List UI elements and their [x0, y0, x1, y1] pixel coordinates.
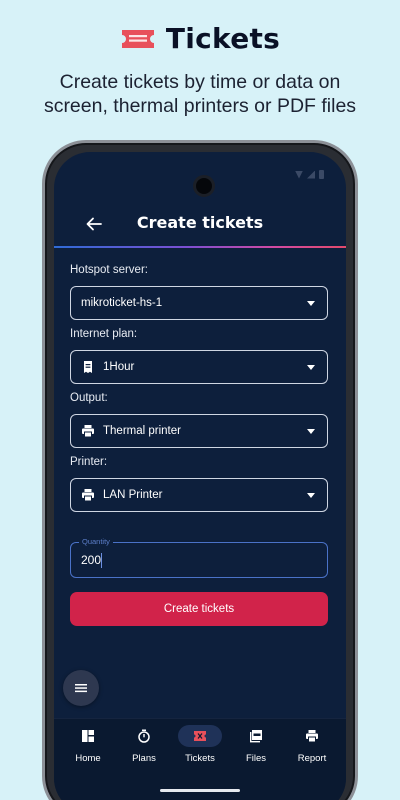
nav-label: Files [245, 753, 267, 764]
dropdown-caret-icon [307, 300, 315, 306]
timer-icon [138, 729, 150, 743]
promo-title: Tickets [165, 22, 281, 55]
printer-label: Printer: [70, 456, 108, 468]
promo-subtitle: Create tickets by time or data on screen… [0, 70, 400, 118]
nav-home[interactable]: Home [62, 723, 114, 771]
nav-label: Tickets [185, 753, 215, 764]
app-screen: Create tickets Hotspot server: mikrotick… [54, 152, 346, 800]
status-icons [295, 170, 324, 179]
app-bar: Create tickets [54, 202, 346, 246]
nav-label: Home [75, 753, 101, 764]
phone-frame: Create tickets Hotspot server: mikrotick… [42, 140, 358, 800]
receipt-icon [84, 361, 92, 373]
quantity-label: Quantity [79, 537, 113, 546]
text-cursor [101, 553, 102, 568]
menu-fab[interactable] [63, 670, 99, 706]
nav-tickets[interactable]: Tickets [174, 723, 226, 771]
dropdown-caret-icon [307, 364, 315, 370]
dashboard-icon [82, 730, 94, 742]
ticket-icon [121, 29, 154, 48]
plan-select[interactable]: 1Hour [70, 350, 328, 384]
nav-plans[interactable]: Plans [118, 723, 170, 771]
signal-icon [307, 170, 315, 179]
report-icon [306, 730, 318, 743]
promo-subtitle-line: Create tickets by time or data on [59, 71, 341, 93]
nav-report[interactable]: Report [286, 723, 338, 771]
pdf-file-icon [250, 730, 262, 743]
printer-icon [82, 425, 94, 438]
output-label: Output: [70, 392, 108, 404]
printer-value: LAN Printer [103, 489, 163, 501]
home-indicator[interactable] [160, 789, 240, 792]
printer-icon [82, 489, 94, 502]
battery-icon [319, 170, 324, 179]
printer-select[interactable]: LAN Printer [70, 478, 328, 512]
page-title: Create tickets [136, 213, 264, 232]
promo-subtitle-line: screen, thermal printers or PDF files [43, 95, 357, 117]
hotspot-value: mikroticket-hs-1 [81, 297, 163, 309]
output-value: Thermal printer [103, 425, 181, 437]
output-select[interactable]: Thermal printer [70, 414, 328, 448]
camera-icon [193, 175, 215, 197]
nav-files[interactable]: Files [230, 723, 282, 771]
menu-icon [75, 684, 87, 693]
nav-label: Plans [132, 753, 156, 764]
wifi-icon [295, 170, 303, 179]
bottom-navigation: Home Plans Tickets Files Report [54, 718, 346, 800]
dropdown-caret-icon [307, 428, 315, 434]
app-bar-divider [54, 246, 346, 248]
plan-label: Internet plan: [70, 328, 138, 340]
status-bar [54, 152, 346, 197]
promo-header: Tickets [0, 22, 400, 55]
plan-value: 1Hour [103, 361, 135, 373]
dropdown-caret-icon [307, 492, 315, 498]
hotspot-select[interactable]: mikroticket-hs-1 [70, 286, 328, 320]
quantity-field[interactable]: Quantity [70, 537, 328, 578]
create-tickets-button[interactable]: Create tickets [70, 592, 328, 626]
ticket-icon [194, 731, 206, 741]
hotspot-label: Hotspot server: [70, 264, 148, 276]
quantity-input[interactable] [81, 552, 301, 568]
nav-label: Report [297, 753, 327, 764]
